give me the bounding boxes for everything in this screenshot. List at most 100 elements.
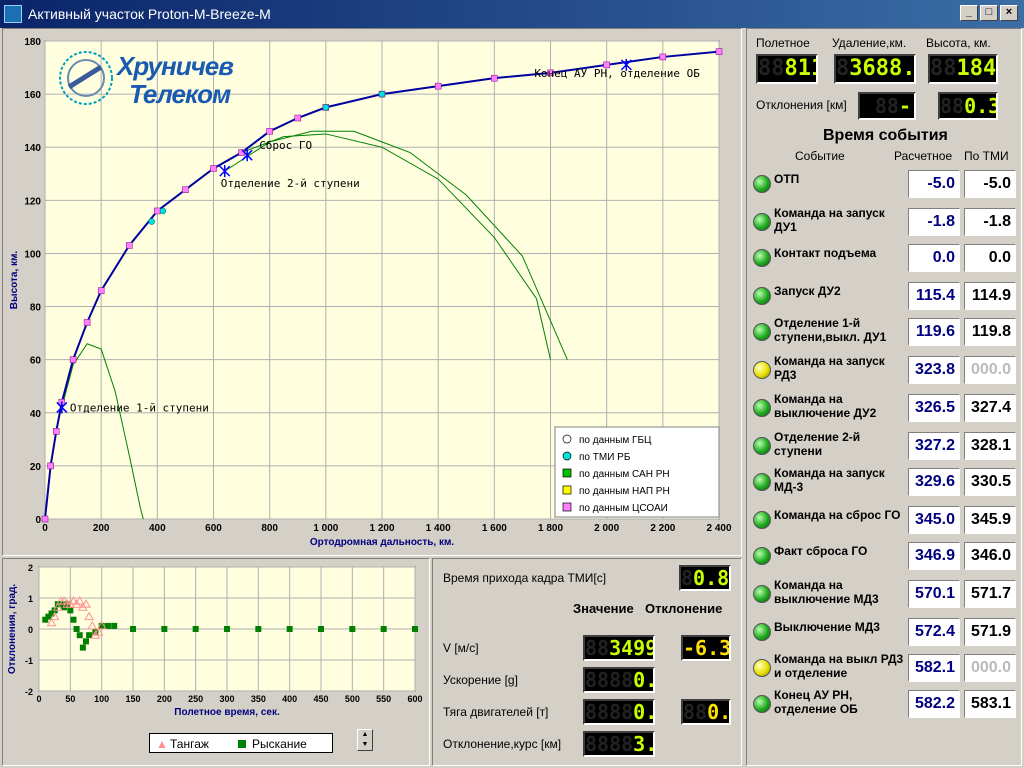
legend-label: по данным ЦСОАИ [579,503,668,514]
logo-line2: Телеком [129,79,231,109]
tmi-point [322,104,330,111]
trajectory-point [266,128,273,135]
close-button[interactable]: × [1000,5,1018,21]
window-title: Активный участок Proton-M-Breeze-M [28,6,271,22]
trajectory-point [210,165,217,172]
telemetry-value: 3499 [609,636,655,660]
x-tick-label: 2 400 [706,523,731,534]
maximize-button[interactable]: □ [980,5,998,21]
legend-label: по ТМИ РБ [579,452,631,463]
yaw-point [83,638,89,645]
y-tick-label: 140 [24,143,41,154]
event-tmi-time: 0.0 [964,244,1016,272]
green-status-led-icon [753,511,771,529]
telemetry-value-ghost: 8888 [585,700,634,724]
scroll-spinner[interactable]: ▲ ▼ [357,729,373,751]
telemetry-label: V [м/с] [443,641,479,655]
flight-time-ghost: 88 [758,56,785,81]
x-tick-label: 200 [157,694,172,704]
yaw-point [86,632,93,639]
green-status-led-icon [753,585,771,603]
telemetry-deviation-display: -6.32 [681,635,731,661]
yaw-point [67,607,74,614]
event-calc-time: 582.1 [908,654,960,682]
event-tmi-time: 328.1 [964,432,1016,460]
event-name: Команда на выключение ДУ2 [774,392,877,420]
minimize-button[interactable]: _ [960,5,978,21]
title-bar: Активный участок Proton-M-Breeze-M _ □ × [0,0,1024,28]
yaw-marker-icon [238,740,246,748]
x-tick-label: 600 [407,694,422,704]
trajectory-point [294,114,301,122]
event-calc-time: 326.5 [908,394,960,422]
frame-time-ghost: 8 [681,566,694,590]
event-annotation: Отделение 2-й ступени [221,177,360,190]
event-row: Команда на сброс ГО 345.0 345.9 [752,502,1022,538]
yaw-point [73,626,80,632]
y-tick-label: 60 [30,356,42,367]
event-calc-time: 329.6 [908,468,960,496]
x-tick-label: 1 600 [482,523,507,534]
event-row: Отделение 2-й ступени 327.2 328.1 [752,428,1022,464]
event-row: Запуск ДУ2 115.4 114.9 [752,278,1022,314]
event-row: ОТП -5.0 -5.0 [752,166,1022,202]
event-calc-time: 572.4 [908,618,960,646]
flight-time-value: 811 [784,56,817,81]
pitch-marker-icon: ▲ [156,737,168,751]
event-row: Выключение МД3 572.4 571.9 [752,614,1022,650]
event-row: Команда на выкл РД3 и отделение 582.1 000.… [752,650,1022,686]
y-tick-label: 160 [24,90,41,101]
altitude-header: Высота, км. [926,36,991,50]
green-status-led-icon [753,213,771,231]
event-tmi-time: 330.5 [964,468,1016,496]
telemetry-value: 0.0 [633,668,653,692]
telemetry-value: 3.0 [633,732,653,756]
trajectory-panel: 0 200 400 600 800 1 000 1 200 1 400 1 600 1 800 2 … [2,28,742,556]
telemetry-deviation-ghost: 88 [683,700,708,724]
yaw-point [349,626,356,632]
x-tick-label: 0 [36,694,41,704]
deviation-km-display-2: 880.33 [938,92,998,120]
event-tmi-time: 114.9 [964,282,1016,310]
event-row: Команда на запуск ДУ1 -1.8 -1.8 [752,204,1022,240]
app-icon [4,5,22,23]
yaw-point [76,632,83,639]
trajectory-point [52,428,60,435]
event-tmi-time: 571.9 [964,618,1016,646]
event-name: Команда на выключение МД3 [774,578,879,606]
x-tick-label: 400 [149,523,166,534]
green-status-led-icon [753,695,771,713]
green-status-led-icon [753,287,771,305]
x-tick-label: 50 [65,694,75,704]
event-calc-time: 570.1 [908,580,960,608]
legend-label: по данным НАП РН [579,486,670,497]
green-status-led-icon [753,473,771,491]
deviation-km-label: Отклонения [км] [756,98,847,112]
trajectory-point [126,242,133,249]
event-row: Команда на запуск РД3 323.8 000.0 [752,352,1022,388]
trajectory-point [41,515,49,523]
green-status-led-icon [753,249,771,267]
deviation-legend: ▲ Тангаж Рыскание [149,733,333,753]
legend-square-icon [562,502,572,512]
telemetry-label: Ускорение [g] [443,673,518,687]
x-tick-label: 550 [376,694,391,704]
calc-col-header: Расчетное [894,149,953,163]
event-tmi-time: -5.0 [964,170,1016,198]
y-tick-label: 80 [30,303,42,314]
event-tmi-time: 571.7 [964,580,1016,608]
event-name: Команда на выкл РД3 и отделение [774,652,904,680]
trajectory-point [47,462,54,470]
event-tmi-time: 346.0 [964,542,1016,570]
telemetry-value-display: 883499 [583,635,655,661]
x-tick-label: 2 000 [594,523,619,534]
altitude-ghost: 88 [930,56,957,81]
trajectory-legend: по данным ГБЦ по ТМИ РБ по данным САН РН по… [554,426,720,518]
tmi-point [159,207,167,215]
x-tick-label: 800 [261,523,278,534]
distance-value: 3688.4 [849,56,916,81]
trajectory-point [154,207,161,215]
tmi-col-header: По ТМИ [964,149,1009,163]
telemetry-value-ghost: 8888 [585,668,634,692]
event-annotation: Конец АУ РН, отделение ОБ [534,67,700,80]
